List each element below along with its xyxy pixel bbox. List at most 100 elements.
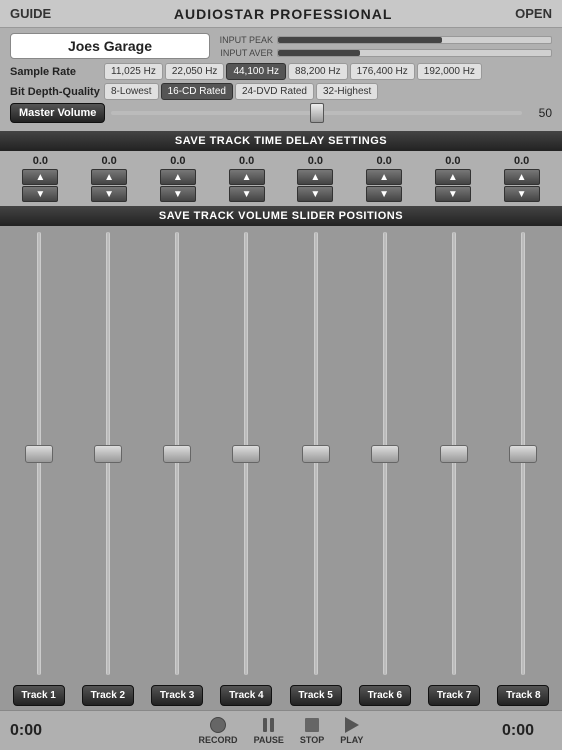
fader-track-5[interactable] [314, 232, 318, 675]
delay-col-2: 0.0 ▲ ▼ [91, 155, 127, 202]
delay-spinner-2: ▲ ▼ [91, 169, 127, 202]
fader-handle-7[interactable] [440, 445, 468, 463]
fader-handle-1[interactable] [25, 445, 53, 463]
master-volume-slider[interactable] [111, 111, 522, 115]
pause-control[interactable]: PAUSE [254, 716, 284, 745]
track-button-5[interactable]: Track 5 [290, 685, 342, 706]
delay-down-6[interactable]: ▼ [366, 186, 402, 202]
fader-col-5 [281, 232, 350, 675]
fader-handle-3[interactable] [163, 445, 191, 463]
delay-up-6[interactable]: ▲ [366, 169, 402, 185]
record-label: RECORD [199, 735, 238, 745]
master-volume-button[interactable]: Master Volume [10, 103, 105, 123]
save-time-delay-header[interactable]: SAVE TRACK TIME DELAY SETTINGS [0, 131, 562, 151]
delay-col-6: 0.0 ▲ ▼ [366, 155, 402, 202]
top-controls: INPUT PEAK INPUT AVER Sample Rate 11,025… [0, 28, 562, 131]
record-control[interactable]: RECORD [199, 716, 238, 745]
pause-label: PAUSE [254, 735, 284, 745]
input-aver-label: INPUT AVER [218, 48, 273, 58]
fader-handle-6[interactable] [371, 445, 399, 463]
input-peak-bar-bg [277, 36, 552, 44]
input-aver-bar-bg [277, 49, 552, 57]
play-label: PLAY [340, 735, 363, 745]
bit-16-cd[interactable]: 16-CD Rated [161, 83, 233, 100]
bit-depth-label: Bit Depth-Quality [10, 86, 100, 98]
track-button-8[interactable]: Track 8 [497, 685, 549, 706]
delay-down-8[interactable]: ▼ [504, 186, 540, 202]
play-control[interactable]: PLAY [340, 716, 363, 745]
fader-col-2 [73, 232, 142, 675]
fader-track-6[interactable] [383, 232, 387, 675]
project-name-input[interactable] [10, 33, 210, 59]
header: GUIDE AUDIOSTAR PROFESSIONAL OPEN [0, 0, 562, 28]
transport-time-right: 0:00 [502, 722, 552, 740]
fader-col-6 [350, 232, 419, 675]
delay-col-7: 0.0 ▲ ▼ [435, 155, 471, 202]
time-delay-section: 0.0 ▲ ▼ 0.0 ▲ ▼ 0.0 ▲ ▼ [0, 151, 562, 206]
save-volume-header[interactable]: SAVE TRACK VOLUME SLIDER POSITIONS [0, 206, 562, 226]
delay-up-5[interactable]: ▲ [297, 169, 333, 185]
master-volume-value: 50 [528, 106, 552, 120]
guide-button[interactable]: GUIDE [10, 6, 51, 21]
fader-track-3[interactable] [175, 232, 179, 675]
sample-rate-88200[interactable]: 88,200 Hz [288, 63, 348, 80]
bit-24-dvd[interactable]: 24-DVD Rated [235, 83, 314, 100]
input-aver-row: INPUT AVER [218, 48, 552, 58]
fader-track-2[interactable] [106, 232, 110, 675]
bit-32-highest[interactable]: 32-Highest [316, 83, 378, 100]
delay-up-4[interactable]: ▲ [229, 169, 265, 185]
track-button-3[interactable]: Track 3 [151, 685, 203, 706]
delay-up-1[interactable]: ▲ [22, 169, 58, 185]
fader-track-8[interactable] [521, 232, 525, 675]
delay-up-7[interactable]: ▲ [435, 169, 471, 185]
open-button[interactable]: OPEN [515, 6, 552, 21]
delay-up-2[interactable]: ▲ [91, 169, 127, 185]
fader-handle-2[interactable] [94, 445, 122, 463]
delay-col-5: 0.0 ▲ ▼ [297, 155, 333, 202]
delay-spinner-7: ▲ ▼ [435, 169, 471, 202]
delay-col-1: 0.0 ▲ ▼ [22, 155, 58, 202]
track-button-2[interactable]: Track 2 [82, 685, 134, 706]
delay-down-2[interactable]: ▼ [91, 186, 127, 202]
stop-control[interactable]: STOP [300, 716, 324, 745]
bit-depth-options: 8-Lowest 16-CD Rated 24-DVD Rated 32-Hig… [104, 83, 378, 100]
delay-value-1: 0.0 [33, 155, 48, 167]
fader-handle-4[interactable] [232, 445, 260, 463]
track-buttons: Track 1 Track 2 Track 3 Track 4 Track 5 … [0, 681, 562, 710]
delay-down-5[interactable]: ▼ [297, 186, 333, 202]
delay-down-3[interactable]: ▼ [160, 186, 196, 202]
fader-col-8 [489, 232, 558, 675]
sample-rate-44100[interactable]: 44,100 Hz [226, 63, 286, 80]
sample-rate-192000[interactable]: 192,000 Hz [417, 63, 482, 80]
track-button-6[interactable]: Track 6 [359, 685, 411, 706]
top-row1: INPUT PEAK INPUT AVER [10, 33, 552, 59]
master-volume-row: Master Volume 50 [10, 103, 552, 123]
delay-down-7[interactable]: ▼ [435, 186, 471, 202]
pause-bars [263, 718, 274, 732]
fader-col-1 [4, 232, 73, 675]
sample-rate-22050[interactable]: 22,050 Hz [165, 63, 225, 80]
delay-up-8[interactable]: ▲ [504, 169, 540, 185]
delay-down-4[interactable]: ▼ [229, 186, 265, 202]
fader-track-1[interactable] [37, 232, 41, 675]
track-button-7[interactable]: Track 7 [428, 685, 480, 706]
sample-rate-176400[interactable]: 176,400 Hz [350, 63, 415, 80]
delay-value-3: 0.0 [170, 155, 185, 167]
track-button-4[interactable]: Track 4 [220, 685, 272, 706]
sample-rate-11025[interactable]: 11,025 Hz [104, 63, 163, 80]
fader-handle-8[interactable] [509, 445, 537, 463]
track-button-1[interactable]: Track 1 [13, 685, 65, 706]
pause-bar-right [270, 718, 274, 732]
fader-track-7[interactable] [452, 232, 456, 675]
delay-down-1[interactable]: ▼ [22, 186, 58, 202]
fader-handle-5[interactable] [302, 445, 330, 463]
stop-square [305, 718, 319, 732]
fader-track-4[interactable] [244, 232, 248, 675]
delay-col-8: 0.0 ▲ ▼ [504, 155, 540, 202]
transport-controls: RECORD PAUSE STOP [199, 716, 364, 745]
delay-controls: 0.0 ▲ ▼ 0.0 ▲ ▼ 0.0 ▲ ▼ [6, 155, 556, 202]
delay-up-3[interactable]: ▲ [160, 169, 196, 185]
input-peak-label: INPUT PEAK [218, 35, 273, 45]
bit-8-lowest[interactable]: 8-Lowest [104, 83, 159, 100]
fader-col-7 [420, 232, 489, 675]
